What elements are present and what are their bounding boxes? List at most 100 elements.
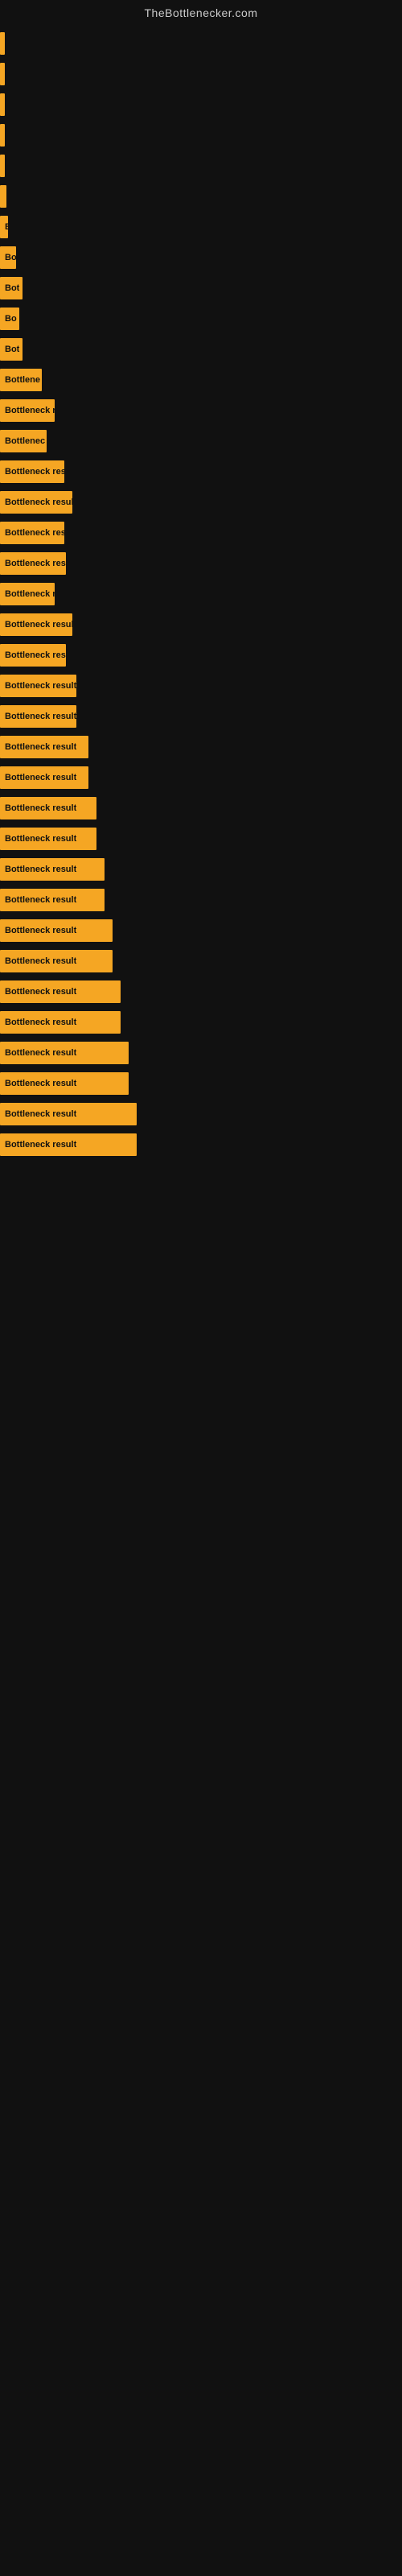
bar-row: Bottleneck result (0, 1040, 402, 1066)
bar-label: Bottleneck result (5, 895, 76, 905)
bar: Bottleneck result (0, 1072, 129, 1095)
bar-row: Bottleneck resul (0, 551, 402, 576)
bar-row: Bottleneck result (0, 887, 402, 913)
bar-row: Bottleneck result (0, 979, 402, 1005)
bar: Bottleneck result (0, 919, 113, 942)
bar: Bottleneck result (0, 675, 76, 697)
bar-row: Bottleneck res (0, 459, 402, 485)
bar-row (0, 184, 402, 209)
bar: Bottleneck r (0, 583, 55, 605)
bar-label: Bottleneck result (5, 956, 76, 966)
bar-label: Bottleneck result (5, 1079, 76, 1088)
bar-label: Bo (5, 253, 16, 262)
bar-row (0, 122, 402, 148)
bar-row: Bottleneck resu (0, 642, 402, 668)
bar: Bottleneck result (0, 766, 88, 789)
bar-row: Bottleneck result (0, 612, 402, 638)
bar: Bottleneck result (0, 736, 88, 758)
bar-row (0, 92, 402, 118)
bar (0, 32, 5, 55)
bar-row (0, 61, 402, 87)
bar: Bottleneck result (0, 1103, 137, 1125)
bar-label: Bot (5, 345, 19, 354)
bar-label: Bottlenec (5, 436, 45, 446)
bar: Bottlenec (0, 430, 47, 452)
bar: Bottleneck re (0, 399, 55, 422)
bar-row: Bottlene (0, 367, 402, 393)
bar: Bottlene (0, 369, 42, 391)
bar-row: Bot (0, 336, 402, 362)
bar-row: Bottleneck result (0, 948, 402, 974)
bar: Bottleneck result (0, 705, 76, 728)
bar (0, 63, 5, 85)
bar-label: Bottleneck result (5, 834, 76, 844)
bar-label: Bottleneck result (5, 773, 76, 782)
bar-label: Bottleneck resul (5, 559, 66, 568)
bar: Bottleneck res (0, 522, 64, 544)
bar-row: Bottleneck result (0, 857, 402, 882)
bars-container: B Bo Bot Bo Bot Bottlene Bottleneck re Bottlene… (0, 23, 402, 1162)
bar-label: Bottleneck result (5, 865, 76, 874)
bar-label: Bottleneck result (5, 742, 76, 752)
bar: Bottleneck result (0, 1011, 121, 1034)
bar: Bottleneck result (0, 889, 105, 911)
bar: Bottleneck resul (0, 552, 66, 575)
bar: Bo (0, 246, 16, 269)
bar (0, 185, 6, 208)
bar-label: Bottleneck result (5, 1109, 76, 1119)
bar: Bottleneck result (0, 858, 105, 881)
bar-row: Bottlenec (0, 428, 402, 454)
bar: Bottleneck result (0, 491, 72, 514)
bar-label: Bottleneck result (5, 712, 76, 721)
bar-label: Bo (5, 314, 17, 324)
bar: Bottleneck result (0, 613, 72, 636)
bar: Bottleneck result (0, 950, 113, 972)
bar: Bottleneck result (0, 980, 121, 1003)
bar-label: Bottleneck resu (5, 650, 66, 660)
bar (0, 155, 5, 177)
bar: Bottleneck res (0, 460, 64, 483)
bar-label: Bottleneck res (5, 528, 64, 538)
bar-row: Bottleneck result (0, 1071, 402, 1096)
bar-label: Bottleneck res (5, 467, 64, 477)
bar-label: Bottleneck result (5, 681, 76, 691)
bar-label: Bottleneck result (5, 987, 76, 997)
bar-row: Bottleneck res (0, 520, 402, 546)
site-title: TheBottlenecker.com (0, 0, 402, 23)
bar-row: Bottleneck result (0, 1009, 402, 1035)
bar-row: Bo (0, 306, 402, 332)
bar-label: Bottleneck result (5, 620, 72, 630)
bar-label: Bottleneck result (5, 1048, 76, 1058)
bar-label: Bottleneck result (5, 1140, 76, 1150)
bar: Bottleneck result (0, 1133, 137, 1156)
bar-row: Bottleneck r (0, 581, 402, 607)
bar: B (0, 216, 8, 238)
bar-label: Bot (5, 283, 19, 293)
bar (0, 93, 5, 116)
bar-row: Bottleneck result (0, 795, 402, 821)
bar-label: Bottleneck result (5, 803, 76, 813)
bar-row: B (0, 214, 402, 240)
bar-row: Bottleneck result (0, 765, 402, 791)
bar-label: Bottleneck re (5, 406, 55, 415)
bar-row: Bottleneck result (0, 704, 402, 729)
bar: Bot (0, 338, 23, 361)
bar-row: Bottleneck result (0, 1101, 402, 1127)
bar-row: Bottleneck result (0, 673, 402, 699)
bar: Bottleneck result (0, 1042, 129, 1064)
bar-label: Bottleneck result (5, 926, 76, 935)
bar-row: Bottleneck result (0, 1132, 402, 1158)
bar-row: Bottleneck result (0, 734, 402, 760)
bar-row: Bo (0, 245, 402, 270)
bar-row (0, 153, 402, 179)
bar: Bottleneck resu (0, 644, 66, 667)
bar-label: B (5, 222, 8, 232)
bar-row: Bottleneck result (0, 489, 402, 515)
bar (0, 124, 5, 147)
bar-label: Bottlene (5, 375, 40, 385)
bar: Bottleneck result (0, 797, 96, 819)
bar-row: Bottleneck result (0, 826, 402, 852)
bar: Bot (0, 277, 23, 299)
bar-label: Bottleneck r (5, 589, 55, 599)
bar-label: Bottleneck result (5, 1018, 76, 1027)
